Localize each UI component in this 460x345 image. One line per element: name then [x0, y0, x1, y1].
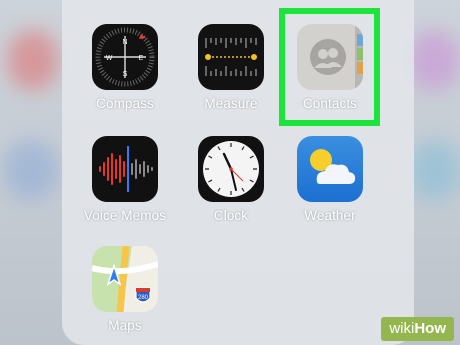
app-label-maps: Maps [108, 318, 142, 333]
app-weather[interactable]: Weather [285, 136, 375, 223]
voice-memos-icon [92, 136, 158, 202]
watermark-prefix: wiki [389, 320, 415, 337]
blurred-background-app [8, 30, 58, 90]
app-maps[interactable]: 280 Maps [80, 246, 170, 333]
compass-w: W [106, 55, 113, 62]
blurred-background-app [410, 140, 460, 200]
compass-icon: N S E W [92, 24, 158, 90]
wikihow-watermark: wikiHow [381, 317, 454, 341]
app-label-weather: Weather [304, 208, 356, 223]
app-label-voice-memos: Voice Memos [83, 208, 167, 223]
app-label-clock: Clock [213, 208, 249, 223]
maps-road-sign-number: 280 [138, 295, 149, 301]
app-label-measure: Measure [204, 96, 258, 111]
app-voice-memos[interactable]: Voice Memos [80, 136, 170, 223]
blurred-background-app [408, 30, 460, 90]
measure-icon [198, 24, 264, 90]
app-clock[interactable]: Clock [186, 136, 276, 223]
app-compass[interactable]: N S E W Compass [80, 24, 170, 111]
compass-n: N [122, 39, 127, 46]
watermark-suffix: How [414, 320, 446, 337]
maps-icon: 280 [92, 246, 158, 312]
contacts-highlight-box [279, 8, 380, 126]
clock-icon [198, 136, 264, 202]
weather-icon [297, 136, 363, 202]
app-measure[interactable]: Measure [186, 24, 276, 111]
blurred-background-app [4, 140, 58, 200]
app-label-compass: Compass [96, 96, 154, 111]
compass-e: E [139, 55, 144, 62]
compass-s: S [123, 71, 128, 78]
